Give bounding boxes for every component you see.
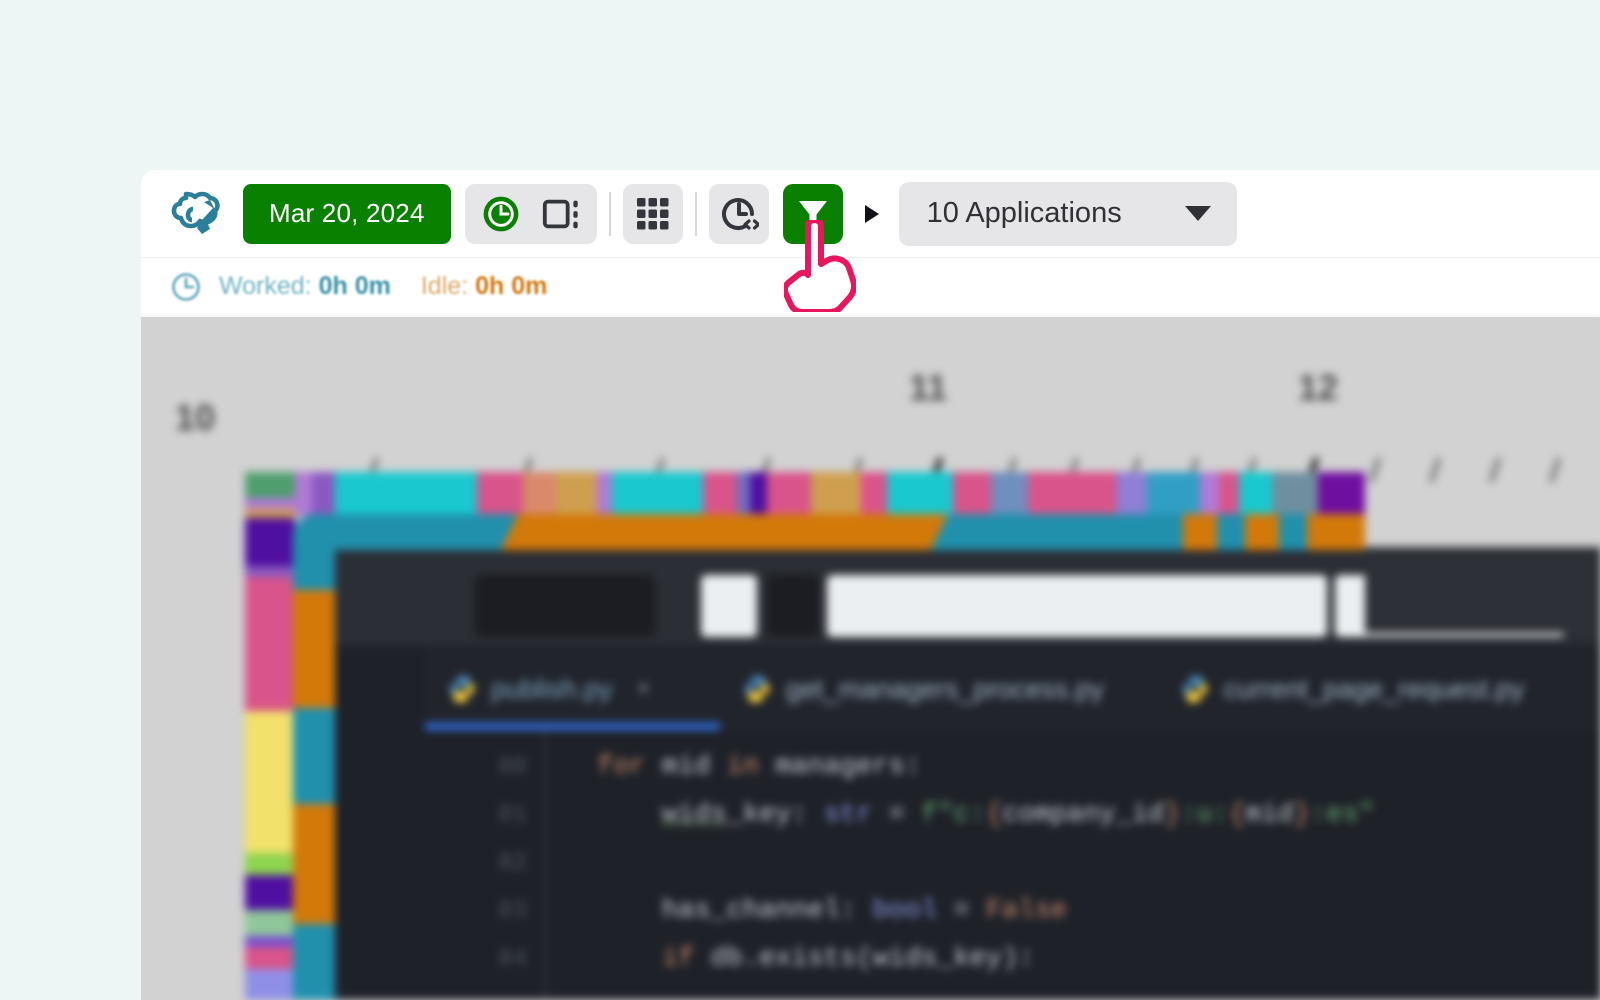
code-line: has_channel: bool = False xyxy=(597,896,1067,926)
line-number: 83 xyxy=(498,898,527,925)
filter-button[interactable] xyxy=(783,184,843,244)
code-line: if db.exists(wids_key): xyxy=(597,944,1034,974)
editor-tab-filename: get_managers_process.py xyxy=(786,674,1104,705)
screen: Mar 20, 2024 10 Applications Worked: 0h … xyxy=(0,0,1600,1000)
idle-value: 0h 0m xyxy=(475,272,547,300)
line-number: 84 xyxy=(498,946,527,973)
idle-label: Idle: xyxy=(421,272,468,300)
line-number: 82 xyxy=(498,850,527,877)
editor-tab-filename: publish.py xyxy=(491,674,613,705)
editor-gutter: 80 81 82 83 84 xyxy=(425,730,547,1000)
toolbar-divider xyxy=(609,192,611,236)
clock-code-icon xyxy=(719,194,759,234)
toolbar-divider-2 xyxy=(695,192,697,236)
python-file-icon xyxy=(1180,674,1210,704)
window-chip xyxy=(827,575,1327,637)
worked-value: 0h 0m xyxy=(319,272,391,300)
window-chip xyxy=(701,575,757,637)
editor-tab-current-page-request[interactable]: current_page_request.py xyxy=(1158,648,1600,730)
editor-tab-get-managers[interactable]: get_managers_process.py xyxy=(720,648,1158,730)
code-line: for mid in managers: xyxy=(597,752,921,782)
cloud-logo-icon xyxy=(169,186,225,242)
toolbar: Mar 20, 2024 10 Applications xyxy=(141,170,1600,258)
applications-select[interactable]: 10 Applications xyxy=(899,182,1237,246)
tick xyxy=(1489,457,1501,483)
hour-label-11: 11 xyxy=(909,367,947,409)
idle-status: Idle: 0h 0m xyxy=(421,272,547,301)
line-number: 81 xyxy=(498,802,527,829)
activity-strip-left xyxy=(245,472,295,1000)
time-status-bar: Worked: 0h 0m Idle: 0h 0m xyxy=(141,258,1600,316)
activity-strip-top xyxy=(251,472,1365,516)
tick xyxy=(1369,457,1381,483)
hour-label-12: 12 xyxy=(1298,367,1338,409)
caret-down-icon xyxy=(1185,206,1211,221)
activity-code-button[interactable] xyxy=(709,184,769,244)
timeline-screenshot-area: 10 11 12 publish.py × get_managers_proce… xyxy=(141,317,1600,1000)
editor-tab-filename: current_page_request.py xyxy=(1224,674,1524,705)
caret-right-icon[interactable] xyxy=(865,205,879,223)
dark-panel xyxy=(1365,547,1600,633)
line-number: 80 xyxy=(498,754,527,781)
date-button[interactable]: Mar 20, 2024 xyxy=(243,184,451,244)
editor-tab-publish[interactable]: publish.py × xyxy=(425,648,720,730)
tick xyxy=(1549,457,1561,483)
clock-filled-icon xyxy=(481,191,521,237)
grid-3x3-icon xyxy=(635,196,671,232)
tick xyxy=(1429,457,1441,483)
applications-select-value: 10 Applications xyxy=(927,197,1122,230)
funnel-filter-icon xyxy=(795,196,831,232)
clock-outline-icon xyxy=(171,272,201,302)
worked-label: Worked: xyxy=(219,272,312,300)
window-chip xyxy=(475,575,655,637)
close-icon[interactable]: × xyxy=(637,675,651,703)
hour-label-10: 10 xyxy=(175,397,215,439)
python-file-icon xyxy=(447,674,477,704)
worked-status: Worked: 0h 0m xyxy=(219,272,391,301)
code-line: wids_key: str = f"c:{company_id}:u:{mid}… xyxy=(597,800,1375,830)
panel-split-icon xyxy=(541,193,581,235)
apps-grid-button[interactable] xyxy=(623,184,683,244)
view-mode-segment-group xyxy=(465,184,597,244)
panel-layout-toggle[interactable] xyxy=(535,190,587,238)
timer-clock-toggle[interactable] xyxy=(475,190,527,238)
app-window: Mar 20, 2024 10 Applications Worked: 0h … xyxy=(141,170,1600,1000)
window-chip xyxy=(767,575,819,637)
python-file-icon xyxy=(742,674,772,704)
editor-tabbar: publish.py × get_managers_process.py cur… xyxy=(425,648,1600,730)
